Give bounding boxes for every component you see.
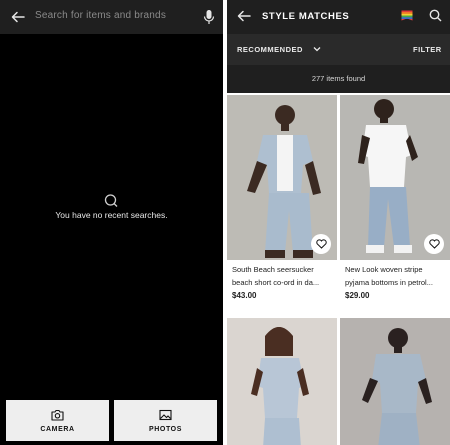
filter-button[interactable]: FILTER <box>413 45 442 54</box>
product-image[interactable] <box>227 95 337 260</box>
results-screen: STYLE MATCHES RECOMMENDED FILTER 277 ite… <box>227 0 450 445</box>
product-name[interactable]: New Look woven stripe pyjama bottoms in … <box>345 263 447 289</box>
sort-dropdown[interactable]: RECOMMENDED <box>237 45 303 54</box>
back-arrow-icon[interactable] <box>236 8 252 24</box>
search-icon[interactable] <box>429 9 442 22</box>
photos-button[interactable]: PHOTOS <box>114 400 217 441</box>
pride-flag-icon[interactable] <box>401 10 413 23</box>
page-title: STYLE MATCHES <box>262 11 350 22</box>
heart-icon <box>315 239 327 249</box>
back-arrow-icon[interactable] <box>10 9 26 25</box>
search-bar[interactable]: Search for items and brands <box>0 0 223 34</box>
product-image[interactable] <box>340 318 450 445</box>
product-name[interactable]: South Beach seersucker beach short co-or… <box>232 263 334 289</box>
heart-icon <box>428 239 440 249</box>
product-price: $29.00 <box>345 291 370 300</box>
results-count: 277 items found <box>227 65 450 93</box>
header: STYLE MATCHES <box>227 0 450 34</box>
microphone-icon[interactable] <box>203 9 215 25</box>
model-illustration <box>227 318 337 445</box>
save-item-button[interactable] <box>311 234 331 254</box>
photos-button-label: PHOTOS <box>148 425 183 433</box>
sort-filter-bar: RECOMMENDED FILTER <box>227 34 450 65</box>
chevron-down-icon[interactable] <box>313 46 321 52</box>
camera-button[interactable]: CAMERA <box>6 400 109 441</box>
search-icon <box>104 194 118 207</box>
model-illustration <box>340 318 450 445</box>
search-input[interactable]: Search for items and brands <box>35 10 166 21</box>
camera-icon <box>51 409 64 421</box>
product-price: $43.00 <box>232 291 257 300</box>
save-item-button[interactable] <box>424 234 444 254</box>
image-icon <box>159 409 172 420</box>
camera-button-label: CAMERA <box>40 425 75 433</box>
search-screen: Search for items and brands You have no … <box>0 0 223 445</box>
product-image[interactable] <box>227 318 337 445</box>
product-image[interactable] <box>340 95 450 260</box>
empty-state-message: You have no recent searches. <box>55 210 168 220</box>
